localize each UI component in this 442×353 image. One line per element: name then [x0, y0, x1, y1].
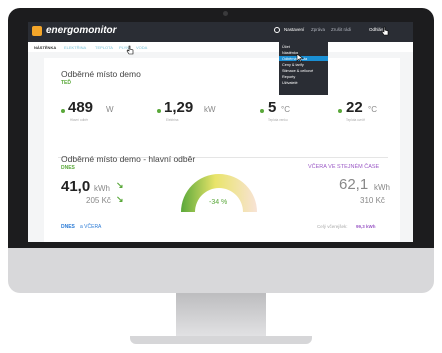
today-value: 41,0: [61, 178, 91, 195]
today-label: DNES: [61, 165, 75, 171]
bottom-today: DNES: [61, 224, 75, 230]
cursor-icon: [296, 53, 304, 63]
metric-value: 5: [268, 99, 277, 116]
menu-message[interactable]: Zpráva: [311, 27, 325, 32]
yesterday-label: VČERA VE STEJNÉM ČASE: [308, 164, 380, 170]
yesterday-unit: kWh: [374, 183, 390, 192]
bottom-right-label: Celý včerejšek:: [317, 224, 348, 229]
metric-unit: °C: [368, 105, 377, 114]
yesterday-value: 62,1: [339, 176, 369, 193]
yesterday-cost: 310 Kč: [360, 196, 385, 205]
bottom-right-value: 99,3 kWh: [356, 224, 376, 229]
card-now-title: Odběrné místo demo: [61, 69, 141, 79]
arrow-down-icon: ↘: [116, 180, 124, 190]
gauge: [181, 174, 257, 212]
monitor-chin: [8, 248, 434, 293]
hand-cursor-icon: [381, 26, 389, 36]
metric-value: 22: [346, 99, 363, 116]
tab-electricity[interactable]: ELEKTŘINA: [64, 45, 86, 50]
today-unit: kWh: [94, 184, 110, 193]
arrow-down-icon: ↘: [116, 194, 124, 204]
gear-icon[interactable]: [274, 27, 280, 33]
gauge-arc: [181, 174, 257, 212]
dropdown-item[interactable]: Účet: [282, 45, 290, 49]
status-dot: [338, 109, 342, 113]
menu-cancel[interactable]: Zrušit rádi: [331, 27, 351, 32]
dropdown-item[interactable]: Uživatelé: [282, 81, 298, 85]
card-now-subtitle: TEĎ: [61, 80, 71, 86]
menu-settings[interactable]: Nastavení: [284, 27, 304, 32]
gauge-label: -34 %: [209, 199, 228, 206]
dropdown-item[interactable]: Ceny & tarify: [282, 63, 304, 67]
camera-icon: [223, 11, 228, 16]
metric-unit: kW: [204, 105, 216, 114]
logo-icon: [32, 26, 42, 36]
metric-value: 489: [68, 99, 94, 116]
dropdown-item[interactable]: Reporty: [282, 75, 295, 79]
monitor-stand: [176, 293, 266, 337]
metric-unit: °C: [281, 105, 290, 114]
today-cost: 205 Kč: [86, 196, 111, 205]
status-dot: [157, 109, 161, 113]
hand-cursor-icon: [126, 45, 134, 55]
status-dot: [260, 109, 264, 113]
metric-value: 1,29: [164, 99, 194, 116]
screen: energomonitor Nastavení Zpráva Zrušit rá…: [28, 22, 413, 242]
tab-dashboard[interactable]: NÁSTĚNKA: [34, 45, 56, 50]
status-dot: [61, 109, 65, 113]
metric-caption: Teplota uvnitř: [346, 118, 365, 122]
card-main-title: Odběrné místo demo - hlavní odběr: [61, 154, 196, 164]
metric-caption: Elektrina: [166, 118, 179, 122]
app-logo[interactable]: energomonitor: [46, 25, 117, 36]
monitor-base: [130, 336, 312, 344]
metric-caption: Hlavní odběr: [70, 118, 89, 122]
bottom-yesterday: a VČERA: [80, 224, 102, 230]
metric-caption: Teplota venku: [268, 118, 288, 122]
metric-unit: W: [106, 105, 114, 114]
tab-temperature[interactable]: TEPLOTA: [95, 45, 113, 50]
dropdown-item[interactable]: Stimace & celkové: [282, 69, 313, 73]
tab-water[interactable]: VODA: [136, 45, 147, 50]
